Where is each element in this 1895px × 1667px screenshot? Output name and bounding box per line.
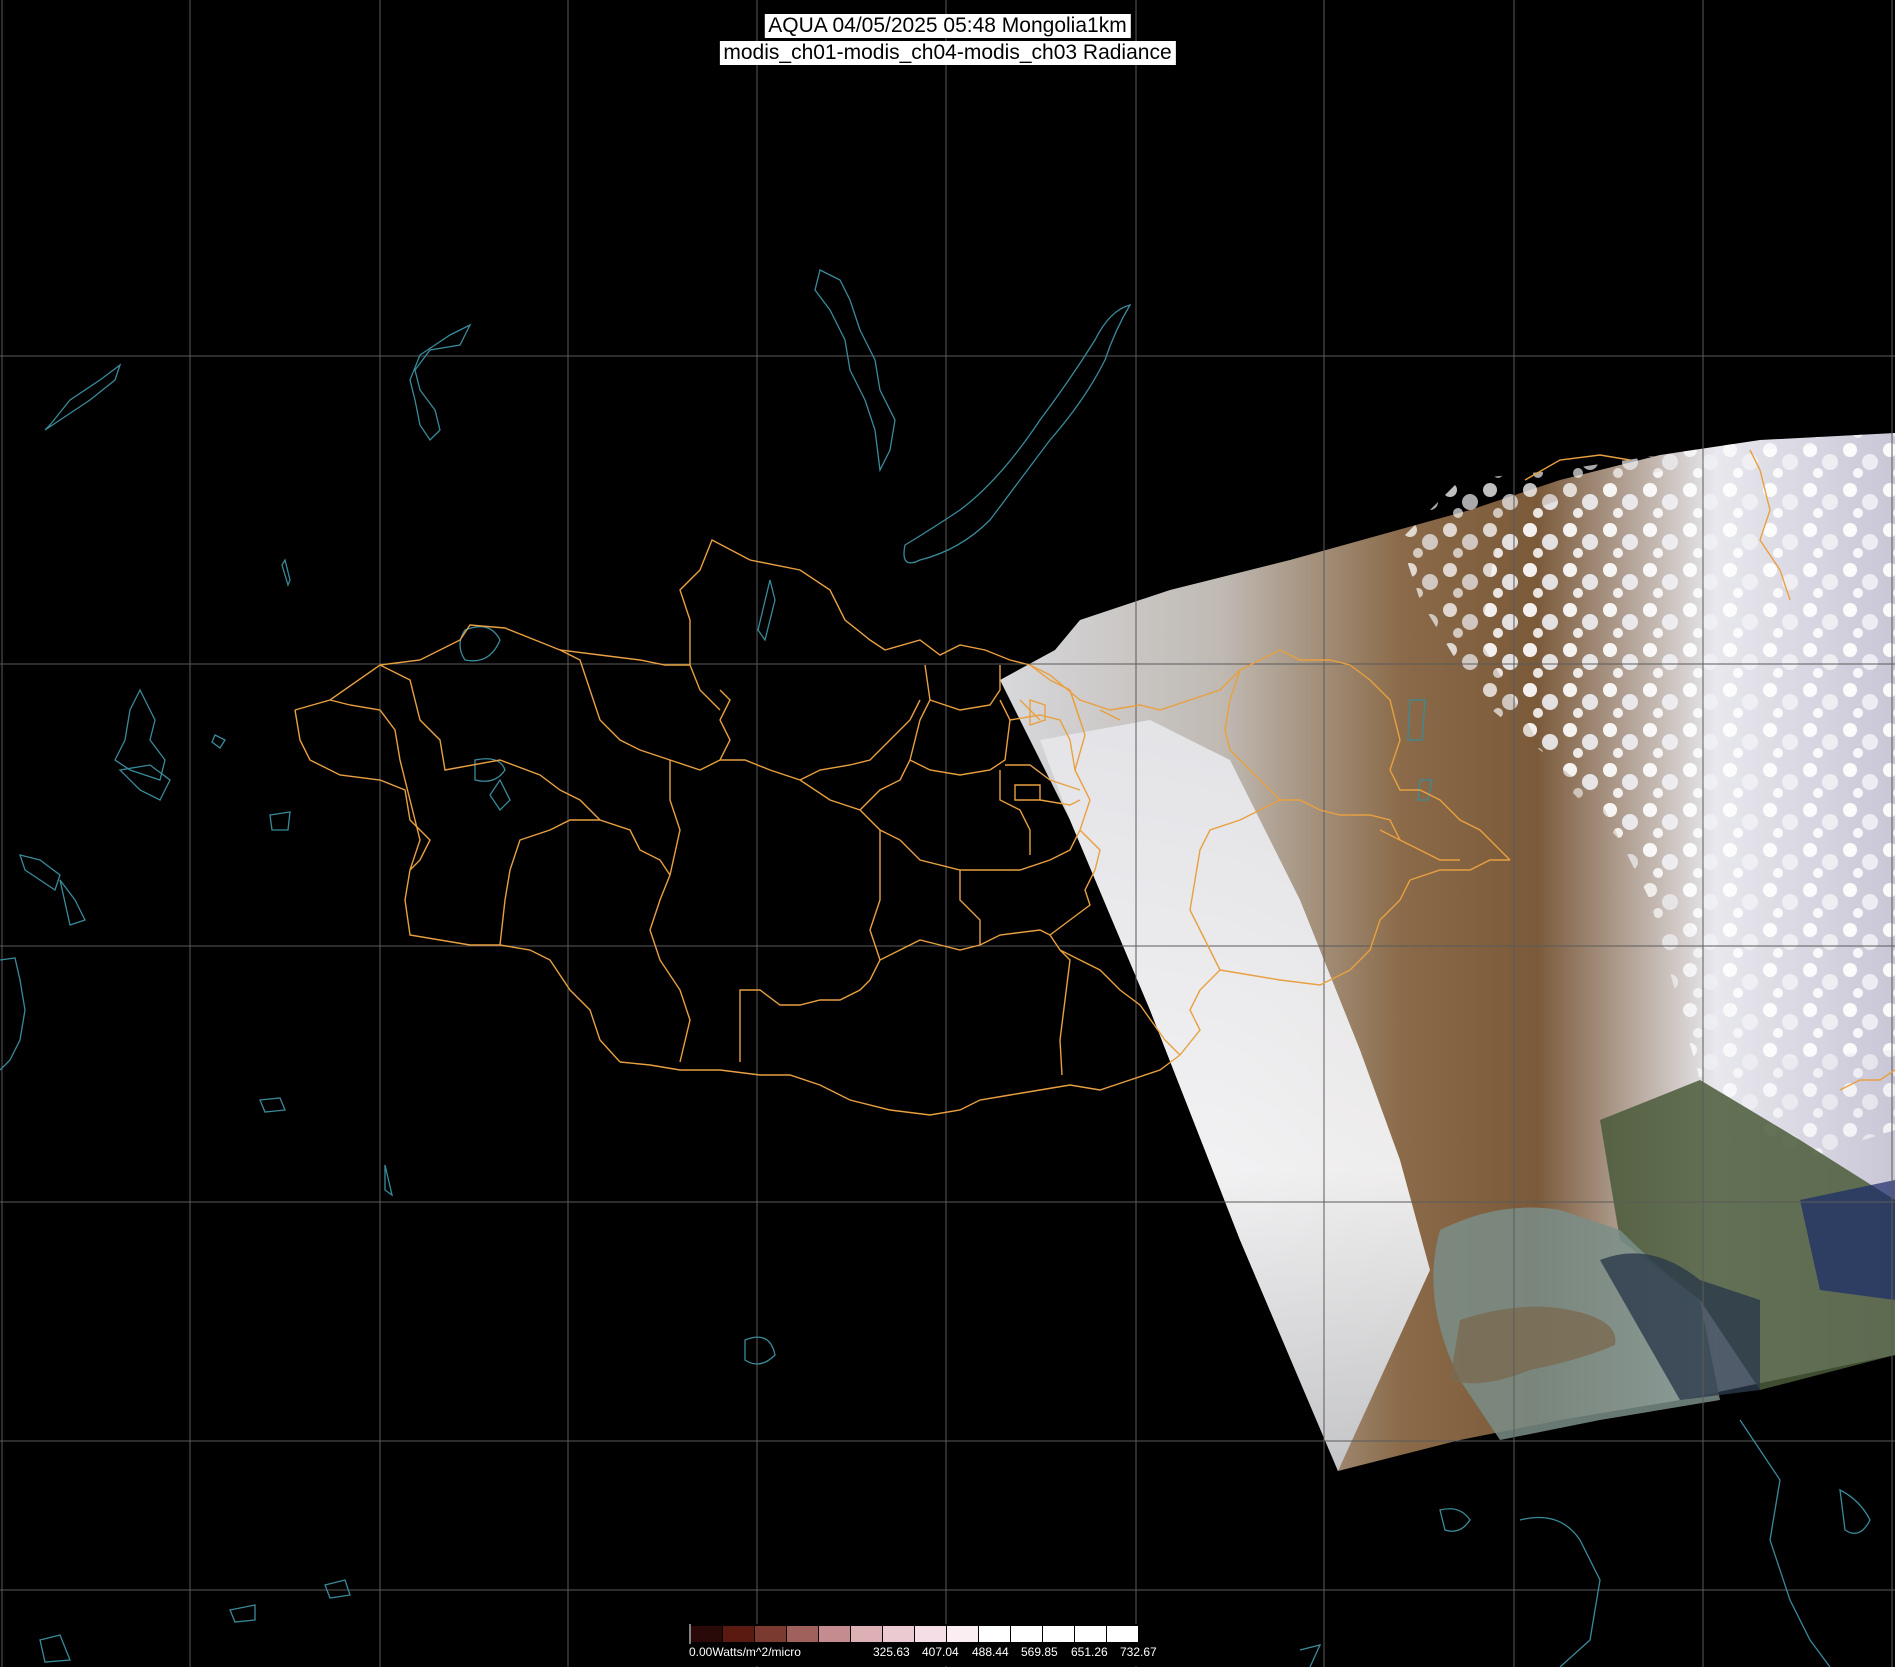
image-title: AQUA 04/05/2025 05:48 Mongolia1km <box>764 14 1131 38</box>
legend-color-box <box>723 1626 754 1642</box>
image-subtitle: modis_ch01-modis_ch04-modis_ch03 Radianc… <box>719 41 1176 65</box>
legend-tick-label: 651.26 <box>1071 1645 1108 1659</box>
legend-color-box <box>755 1626 786 1642</box>
legend-color-box <box>1075 1626 1106 1642</box>
legend-tick-label: 569.85 <box>1021 1645 1058 1659</box>
legend-tick-label: 407.04 <box>922 1645 959 1659</box>
legend-color-box <box>883 1626 914 1642</box>
legend-color-box <box>1043 1626 1074 1642</box>
satellite-swath <box>1000 433 1895 1471</box>
legend-color-box <box>851 1626 882 1642</box>
legend-color-box <box>819 1626 850 1642</box>
color-scale-bar <box>689 1624 1138 1644</box>
legend-unit-label: 0.00Watts/m^2/micro <box>689 1645 801 1659</box>
legend-color-box <box>787 1626 818 1642</box>
legend-color-box <box>947 1626 978 1642</box>
legend-tick-label: 325.63 <box>873 1645 910 1659</box>
legend-color-box <box>915 1626 946 1642</box>
satellite-map <box>0 0 1895 1667</box>
legend-color-box <box>1011 1626 1042 1642</box>
legend-tick-label: 488.44 <box>972 1645 1009 1659</box>
legend-color-box <box>1107 1626 1138 1642</box>
legend-color-box <box>691 1626 722 1642</box>
legend-tick-label: 732.67 <box>1120 1645 1157 1659</box>
legend-color-box <box>979 1626 1010 1642</box>
